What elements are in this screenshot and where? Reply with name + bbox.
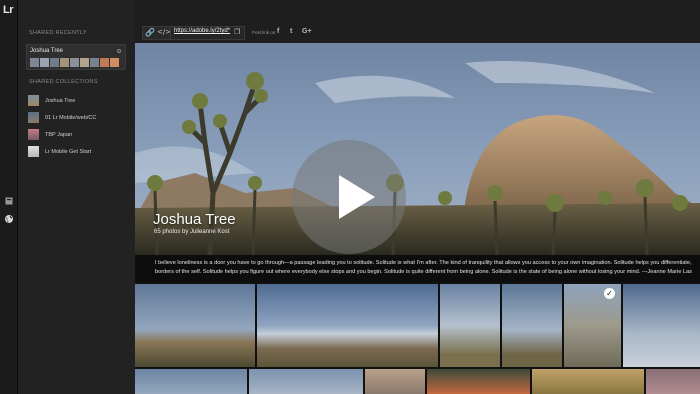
description-line: I believe loneliness is a door you have … [155, 260, 692, 266]
recent-album-thumbnails [30, 58, 119, 67]
twitter-icon[interactable]: t [290, 28, 292, 35]
lightroom-logo: Lr [3, 4, 14, 16]
photo-thumbnail[interactable]: ✓ [564, 284, 621, 367]
recent-album-name: Joshua Tree [30, 48, 64, 54]
icon-rail: Lr [0, 0, 18, 394]
photo-thumbnail[interactable] [646, 369, 700, 394]
collection-thumbnail [28, 129, 39, 140]
album-title: Joshua Tree [153, 211, 236, 228]
photo-thumbnail[interactable] [249, 369, 363, 394]
photo-thumbnail[interactable] [257, 284, 438, 367]
collection-thumbnail [28, 112, 39, 123]
photo-thumbnail[interactable] [135, 369, 247, 394]
collection-thumbnail [28, 146, 39, 157]
copy-icon[interactable]: ❐ [234, 28, 240, 36]
photo-thumbnail[interactable] [365, 369, 425, 394]
collection-thumbnail [28, 95, 39, 106]
share-toolbar: 🔗 </> https://adobe.ly/2tyd* ❐ Post link… [135, 0, 700, 43]
photo-thumbnail[interactable] [532, 369, 644, 394]
link-icon[interactable]: 🔗 [145, 28, 155, 37]
collection-item-joshua-tree[interactable]: Joshua Tree [28, 94, 75, 107]
shared-collections-heading: SHARED COLLECTIONS [29, 79, 98, 85]
share-label: Post link on: [252, 30, 277, 35]
collection-label: TBP Japan [45, 131, 73, 138]
share-url[interactable]: https://adobe.ly/2tyd* [174, 28, 230, 34]
photo-thumbnail[interactable] [623, 284, 700, 367]
library-icon[interactable] [4, 196, 14, 206]
collection-label: Joshua Tree [45, 97, 76, 104]
selected-check-icon[interactable]: ✓ [604, 288, 615, 299]
photo-thumbnail[interactable] [427, 369, 530, 394]
google-plus-icon[interactable]: G+ [302, 28, 312, 35]
collection-item-lr-mobile-web-cc[interactable]: 01 Lr Mobile/web/CC [28, 111, 96, 124]
photo-grid: ✓ [135, 282, 700, 394]
description-line: borders of the self. Solitude helps you … [155, 268, 692, 275]
hero-image[interactable]: Joshua Tree 65 photos by Julieanne Kost [135, 43, 700, 255]
recent-album-card[interactable]: Joshua Tree [26, 44, 126, 70]
collection-item-tbp-japan[interactable]: TBP Japan [28, 128, 72, 141]
photo-thumbnail[interactable] [502, 284, 562, 367]
sidebar: SHARED RECENTLY Joshua Tree SHARED COLLE… [18, 0, 135, 394]
embed-icon[interactable]: </> [157, 28, 171, 36]
photo-thumbnail[interactable] [440, 284, 500, 367]
collection-label: 01 Lr Mobile/web/CC [45, 114, 97, 121]
photo-thumbnail[interactable] [135, 284, 255, 367]
collection-item-lr-mobile-get-start[interactable]: Lr Mobile Get Start [28, 145, 91, 158]
collection-label: Lr Mobile Get Start [45, 148, 92, 155]
play-video-button[interactable] [292, 140, 406, 254]
album-description: I believe loneliness is a door you have … [135, 255, 700, 282]
globe-icon[interactable] [4, 214, 14, 224]
album-subtitle: 65 photos by Julieanne Kost [154, 229, 230, 235]
status-dot-icon [117, 49, 121, 53]
play-icon [339, 175, 375, 219]
shared-recently-heading: SHARED RECENTLY [29, 30, 87, 36]
facebook-icon[interactable]: f [277, 28, 279, 35]
